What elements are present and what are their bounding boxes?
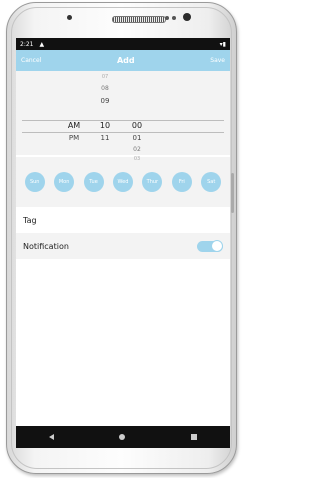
hour-selected[interactable]: 10	[94, 121, 116, 130]
earpiece-speaker	[112, 16, 166, 23]
day-button-fri[interactable]: Fri	[171, 172, 192, 192]
hour-option[interactable]: 09	[94, 97, 116, 105]
notification-toggle[interactable]	[197, 239, 223, 252]
minute-option[interactable]: 03	[126, 156, 148, 162]
back-icon[interactable]	[48, 434, 54, 440]
day-button-wed[interactable]: Wed	[112, 172, 133, 192]
signal-battery-icons: ▾▮	[219, 40, 226, 48]
screen: 2:21 ▲ ▾▮ Cancel Add Save 07 08 09 10 11…	[16, 38, 230, 448]
navigation-bar	[16, 426, 230, 448]
save-button[interactable]: Save	[210, 57, 225, 64]
hour-option[interactable]: 08	[94, 85, 116, 92]
page-title: Add	[116, 56, 135, 65]
tag-label: Tag	[23, 215, 37, 225]
period-option[interactable]: PM	[63, 134, 85, 142]
minute-option[interactable]: 02	[126, 146, 148, 153]
cancel-button[interactable]: Cancel	[21, 57, 41, 64]
notification-row: Notification	[16, 233, 230, 259]
selfie-camera-icon	[183, 13, 191, 21]
side-button	[231, 173, 234, 213]
notification-label: Notification	[23, 241, 69, 251]
front-camera-icon	[67, 15, 72, 20]
weekday-selector: Sun Mon Tue Wed Thur Fri Sat	[16, 157, 230, 207]
day-button-thur[interactable]: Thur	[142, 172, 163, 192]
notification-icon: ▲	[39, 40, 45, 48]
time-picker[interactable]: 07 08 09 10 11 AM PM 00 01 02 03	[16, 71, 230, 162]
hour-option[interactable]: 11	[94, 134, 116, 142]
period-selected[interactable]: AM	[63, 121, 85, 130]
day-button-sun[interactable]: Sun	[24, 172, 45, 192]
minute-selected[interactable]: 00	[126, 121, 148, 130]
day-button-tue[interactable]: Tue	[83, 172, 104, 192]
status-bar: 2:21 ▲ ▾▮	[16, 38, 230, 50]
proximity-sensor	[165, 16, 169, 20]
toggle-knob	[211, 239, 223, 252]
recent-apps-icon[interactable]	[191, 434, 198, 440]
minute-option[interactable]: 01	[126, 134, 148, 142]
day-button-mon[interactable]: Mon	[54, 172, 75, 192]
hour-option[interactable]: 07	[94, 74, 116, 80]
light-sensor	[172, 16, 176, 20]
app-bar: Cancel Add Save	[16, 50, 230, 71]
tag-row[interactable]: Tag	[16, 207, 230, 233]
status-time: 2:21	[20, 40, 34, 48]
day-button-sat[interactable]: Sat	[201, 172, 222, 192]
home-icon[interactable]	[119, 434, 126, 440]
selection-band	[22, 120, 224, 133]
